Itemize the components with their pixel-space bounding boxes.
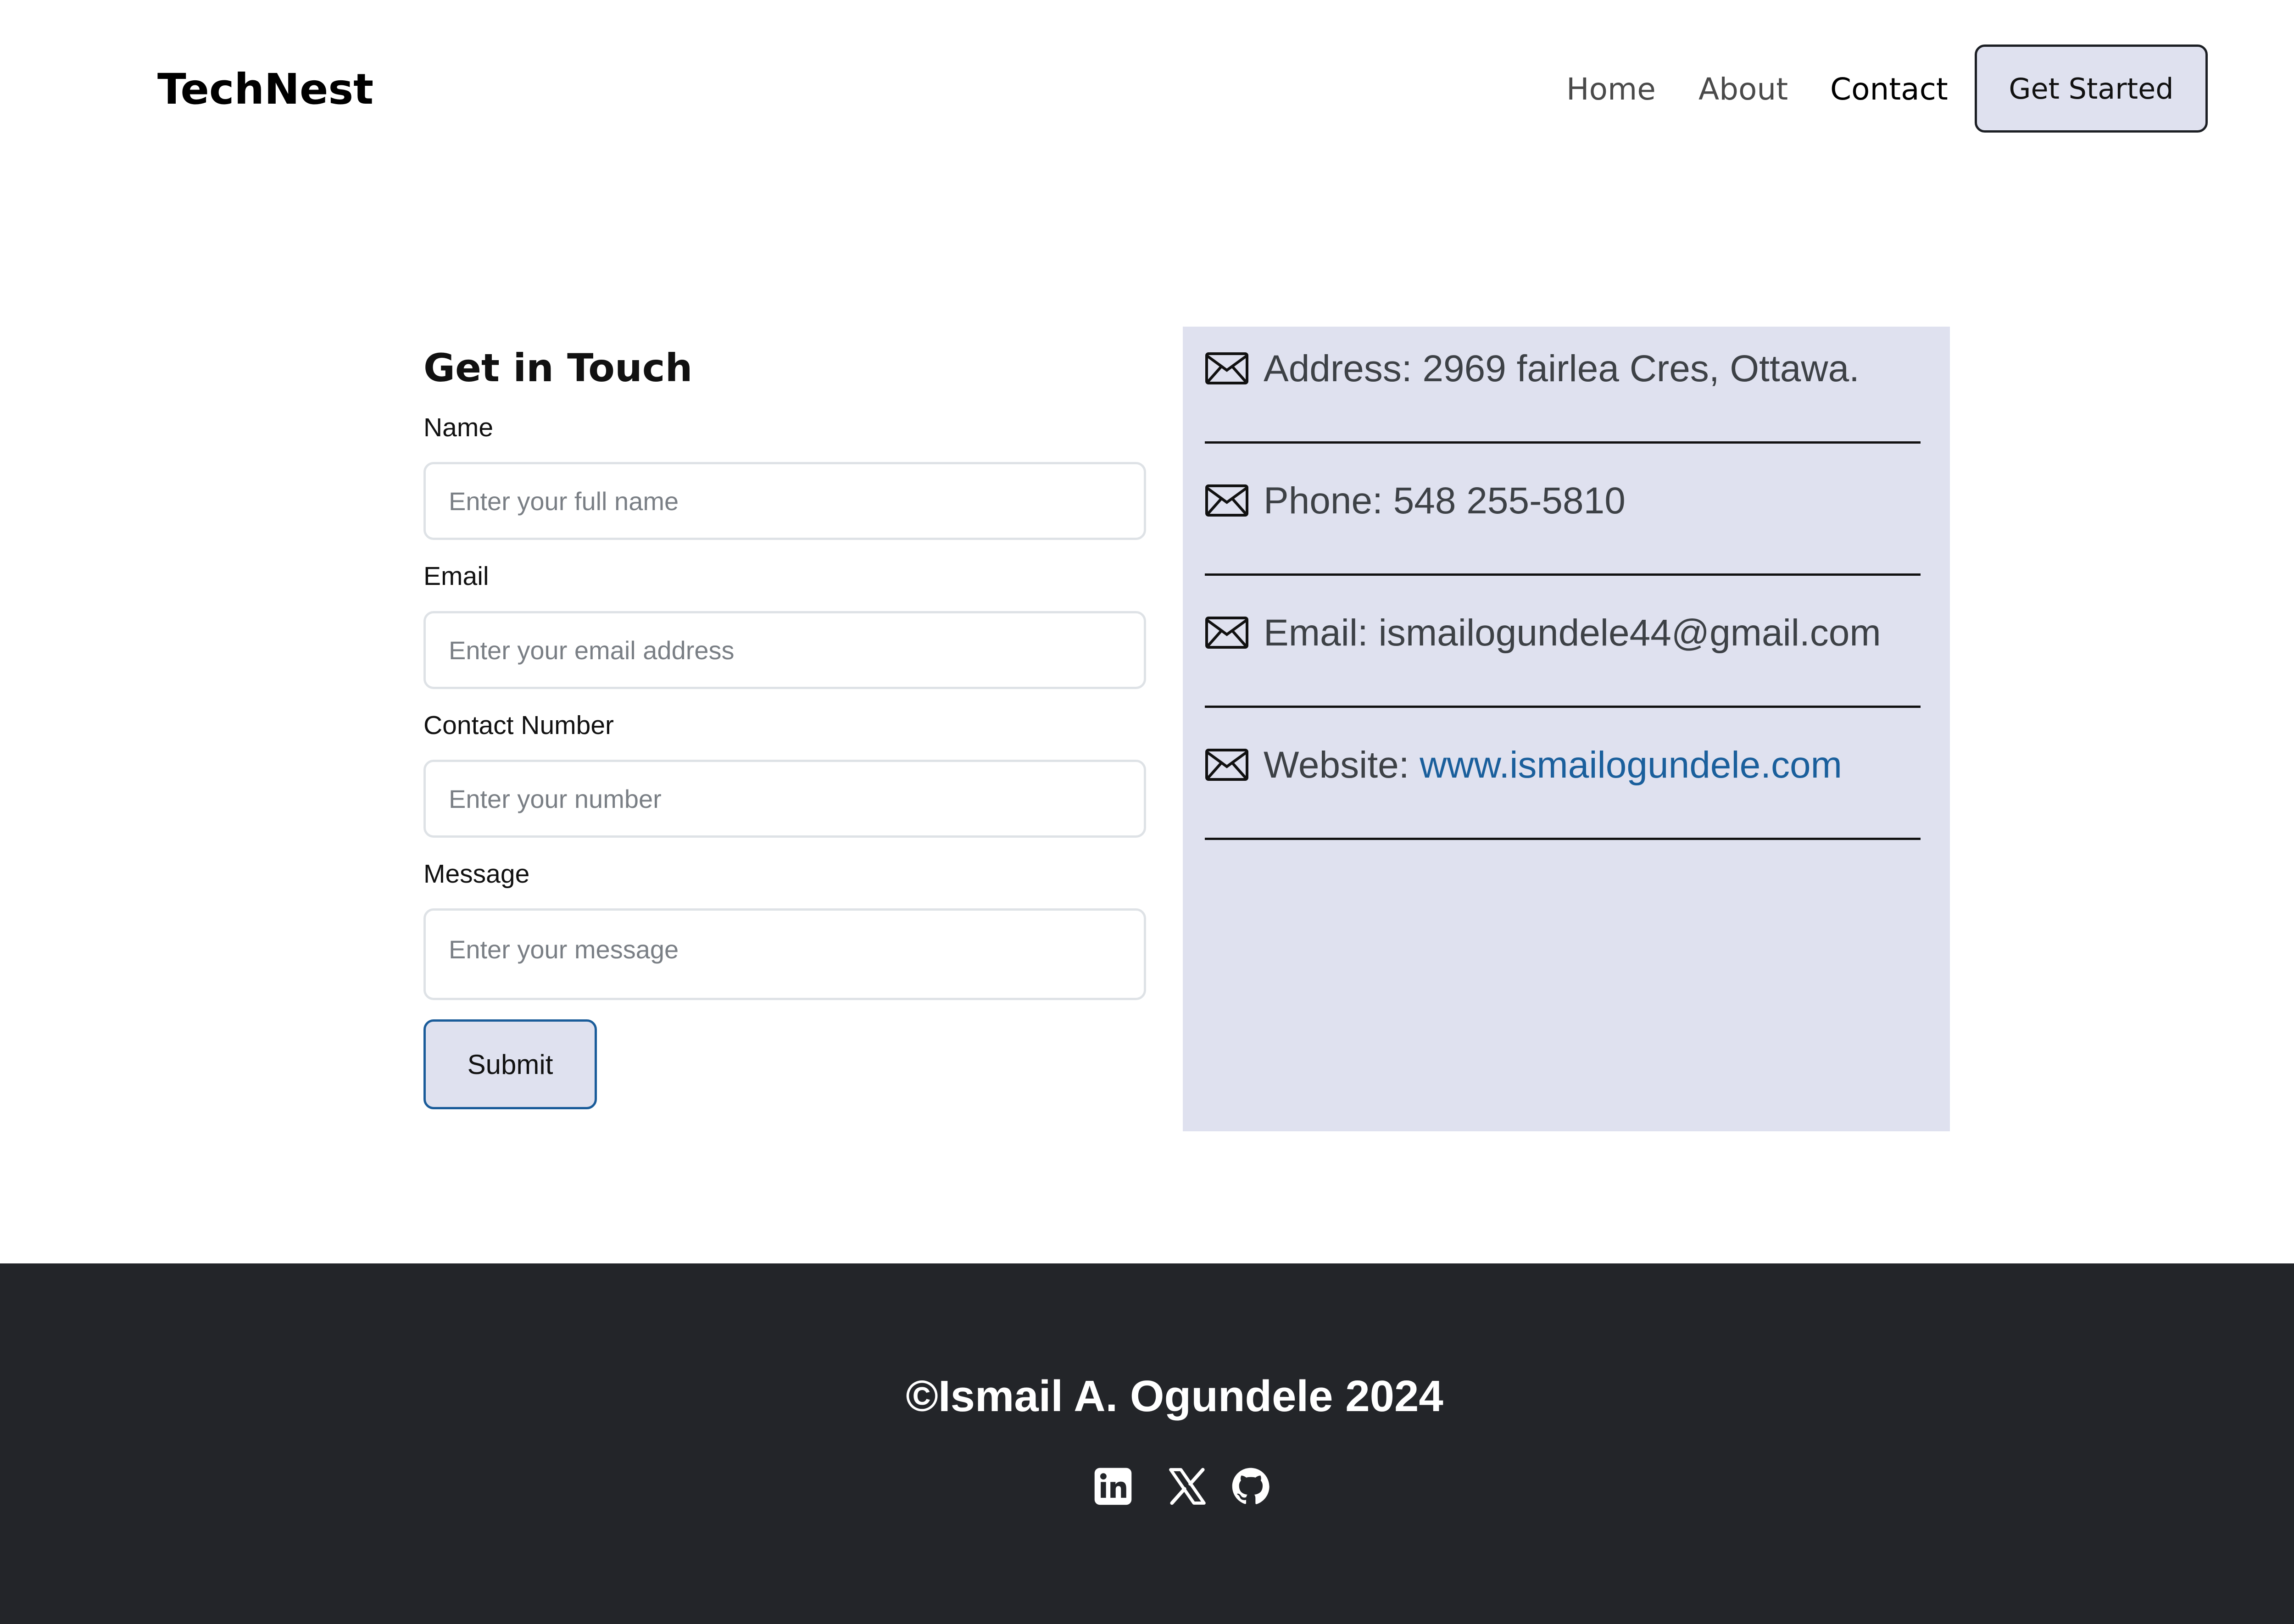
- divider: [1205, 706, 1921, 708]
- envelope-icon: [1205, 484, 1248, 517]
- contact-number-label: Contact Number: [423, 711, 614, 740]
- get-started-button[interactable]: Get Started: [1975, 44, 2208, 133]
- divider: [1205, 441, 1921, 444]
- info-email: Email: ismailogundele44@gmail.com: [1205, 591, 1921, 723]
- info-email-prefix: Email:: [1264, 612, 1379, 654]
- info-email-text: Email: ismailogundele44@gmail.com: [1264, 610, 1881, 656]
- footer: ©Ismail A. Ogundele 2024: [0, 1263, 2294, 1624]
- nav-link-about[interactable]: About: [1698, 69, 1788, 110]
- github-icon[interactable]: [1230, 1465, 1272, 1507]
- website-link[interactable]: www.ismailogundele.com: [1420, 744, 1842, 786]
- divider: [1205, 573, 1921, 576]
- contact-number-input[interactable]: [423, 760, 1146, 838]
- email-label: Email: [423, 562, 489, 591]
- info-email-value: ismailogundele44@gmail.com: [1378, 612, 1881, 654]
- envelope-icon: [1205, 749, 1248, 781]
- nav-link-home[interactable]: Home: [1566, 69, 1656, 110]
- info-address-value: 2969 fairlea Cres, Ottawa.: [1422, 348, 1860, 389]
- linkedin-icon[interactable]: [1092, 1465, 1134, 1507]
- name-input[interactable]: [423, 462, 1146, 540]
- info-website-text: Website: www.ismailogundele.com: [1264, 742, 1842, 788]
- message-input[interactable]: [423, 908, 1146, 1000]
- contact-info-panel: Address: 2969 fairlea Cres, Ottawa. Phon…: [1183, 327, 1950, 1131]
- divider: [1205, 838, 1921, 840]
- submit-button[interactable]: Submit: [423, 1019, 597, 1109]
- info-address: Address: 2969 fairlea Cres, Ottawa.: [1205, 327, 1921, 459]
- info-address-prefix: Address:: [1264, 348, 1423, 389]
- copyright-text: ©Ismail A. Ogundele 2024: [906, 1372, 1443, 1421]
- name-label: Name: [423, 413, 494, 442]
- envelope-icon: [1205, 617, 1248, 649]
- envelope-icon: [1205, 352, 1248, 384]
- nav-link-contact[interactable]: Contact: [1830, 69, 1948, 110]
- navbar: TechNest Home About Contact Get Started: [0, 0, 2294, 179]
- x-twitter-icon[interactable]: [1166, 1465, 1208, 1507]
- info-website: Website: www.ismailogundele.com: [1205, 723, 1921, 855]
- email-input[interactable]: [423, 611, 1146, 689]
- info-phone: Phone: 548 255-5810: [1205, 459, 1921, 591]
- form-title: Get in Touch: [423, 345, 693, 390]
- info-phone-text: Phone: 548 255-5810: [1264, 478, 1626, 524]
- info-website-prefix: Website:: [1264, 744, 1420, 786]
- info-phone-prefix: Phone:: [1264, 480, 1393, 522]
- message-label: Message: [423, 859, 530, 889]
- info-phone-value: 548 255-5810: [1393, 480, 1626, 522]
- brand-logo[interactable]: TechNest: [157, 64, 373, 115]
- info-address-text: Address: 2969 fairlea Cres, Ottawa.: [1264, 346, 1860, 392]
